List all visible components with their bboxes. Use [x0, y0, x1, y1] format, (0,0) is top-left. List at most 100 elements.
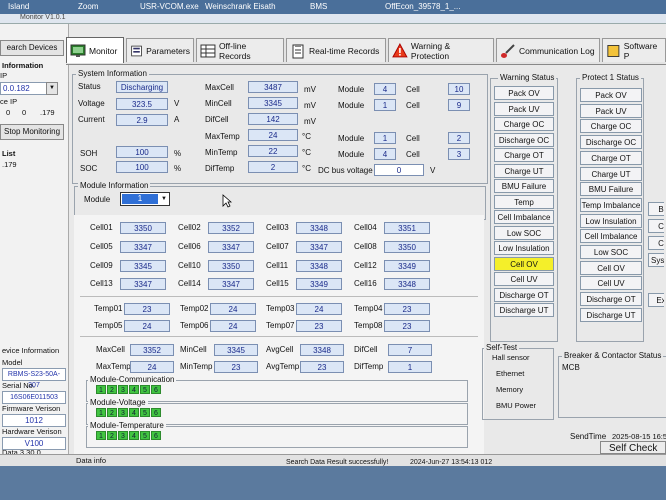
- module-select-label: Module: [84, 195, 111, 204]
- tab-software[interactable]: Software P: [602, 38, 666, 62]
- stop-monitoring-button[interactable]: Stop Monitoring: [0, 124, 64, 140]
- difcell-label: DifCell: [205, 115, 229, 124]
- self-test-item[interactable]: Memory: [496, 384, 523, 396]
- voltage-label: Voltage: [78, 99, 105, 108]
- maxcell-label: MaxCell: [205, 83, 234, 92]
- partial-status-item[interactable]: Syste: [648, 253, 664, 267]
- window-title-bar: Monitor V1.0.1: [0, 14, 666, 24]
- temp-value: 23: [384, 303, 430, 315]
- warning-status-item[interactable]: Pack UV: [494, 101, 554, 116]
- desktop-item[interactable]: Island: [8, 2, 29, 11]
- protect-status-item[interactable]: Charge OC: [580, 119, 642, 134]
- self-test-item[interactable]: BMU Power: [496, 400, 536, 412]
- maxtemp-unit: °C: [302, 132, 311, 141]
- warning-status-item[interactable]: Charge UT: [494, 163, 554, 178]
- list-item[interactable]: .179: [2, 160, 17, 169]
- maxcell-cell-label: Cell: [406, 85, 420, 94]
- warning-status-item[interactable]: Cell UV: [494, 272, 554, 286]
- tab-monitor[interactable]: Monitor: [66, 37, 124, 63]
- mintemp-cell-value: 3: [448, 148, 470, 160]
- desktop-item[interactable]: OffEcon_39578_1_...: [385, 2, 460, 11]
- module-select[interactable]: 1 ▼: [120, 192, 170, 206]
- warning-status-item[interactable]: Discharge OC: [494, 132, 554, 147]
- cell-label: Cell15: [266, 279, 289, 288]
- ip-dropdown[interactable]: ▼: [46, 82, 58, 95]
- ip-input[interactable]: 0.0.182: [0, 82, 48, 95]
- warning-status-item[interactable]: Discharge OT: [494, 287, 554, 302]
- module-select-value: 1: [122, 194, 158, 204]
- desktop-item[interactable]: USR-VCOM.exe: [140, 2, 199, 11]
- warning-status-item[interactable]: Charge OT: [494, 148, 554, 162]
- ce-ip-label: ce IP: [0, 97, 18, 106]
- self-test-item[interactable]: Ethernet: [496, 368, 524, 380]
- protect-status-item[interactable]: Cell UV: [580, 276, 642, 291]
- summary-label: MaxCell: [96, 345, 125, 354]
- tab-warning-protection[interactable]: Warning & Protection: [388, 38, 494, 62]
- tab-label: Off-line Records: [218, 40, 251, 61]
- information-heading: Information: [2, 61, 44, 70]
- protect-status-item[interactable]: Charge OT: [580, 150, 642, 165]
- warning-status-item[interactable]: Temp Imbalance: [494, 194, 554, 221]
- protect-status-item[interactable]: Discharge UT: [580, 307, 642, 322]
- maxcell-module-value: 4: [374, 83, 396, 95]
- warning-status-item[interactable]: Low SOC: [494, 225, 554, 240]
- protect-status-item[interactable]: Discharge OT: [580, 292, 642, 307]
- protect-status-item[interactable]: Pack UV: [580, 103, 642, 118]
- desktop-item[interactable]: BMS: [310, 2, 327, 11]
- partial-status-item[interactable]: B: [648, 202, 664, 216]
- mcb-label: MCB: [562, 363, 580, 372]
- self-check-button[interactable]: Self Check O: [600, 441, 666, 467]
- module-indicator: 1: [96, 408, 106, 417]
- maxcell-unit: mV: [304, 85, 316, 94]
- mintemp-label: MinTemp: [205, 148, 238, 157]
- protect-status-item[interactable]: Pack OV: [580, 88, 642, 102]
- soc-unit: %: [174, 164, 182, 173]
- protect-status-item[interactable]: Temp Imbalance: [580, 197, 642, 212]
- warning-status-item[interactable]: Cell Imbalance: [494, 210, 554, 224]
- summary-label: AvgCell: [266, 345, 294, 354]
- ce-ip-part[interactable]: 0: [6, 108, 10, 117]
- status-value: Discharging: [116, 81, 168, 93]
- warning-status-item[interactable]: BMU Failure: [494, 179, 554, 193]
- ce-ip-part[interactable]: .179: [40, 108, 55, 117]
- protect-status-item[interactable]: Cell Imbalance: [580, 229, 642, 244]
- warning-status-item[interactable]: Charge OC: [494, 117, 554, 131]
- tab-label: Software P: [623, 40, 658, 61]
- mintemp-cell-label: Cell: [406, 150, 420, 159]
- warning-status-item[interactable]: Discharge UT: [494, 303, 554, 317]
- protect-status-item[interactable]: Cell OV: [580, 260, 642, 275]
- protect-status-item[interactable]: BMU Failure: [580, 182, 642, 197]
- warning-status-item[interactable]: Cell OV: [494, 256, 554, 271]
- search-devices-button[interactable]: earch Devices: [0, 40, 64, 56]
- partial-status-item[interactable]: C: [648, 219, 664, 233]
- left-panel: earch Devices Information IP 0.0.182 ▼ c…: [0, 24, 69, 464]
- tab-communication-log[interactable]: Communication Log: [496, 38, 600, 62]
- cell-label: Cell04: [354, 223, 377, 232]
- dcbus-value: 0: [374, 164, 424, 176]
- partial-status-item[interactable]: Ex: [648, 293, 664, 307]
- self-test-item[interactable]: Hall sensor: [492, 352, 530, 364]
- protect-status-item[interactable]: Discharge OC: [580, 135, 642, 150]
- warning-status-item[interactable]: Pack OV: [494, 86, 554, 100]
- maxtemp-module-value: 1: [374, 132, 396, 144]
- tab-parameters[interactable]: Parameters: [126, 38, 194, 62]
- desktop-item[interactable]: Weinschrank Eisath: [205, 2, 276, 11]
- tab-realtime-records[interactable]: Real-time Records: [286, 38, 386, 62]
- status-bar-left: Data info: [76, 456, 107, 465]
- ce-ip-part[interactable]: 0: [22, 108, 26, 117]
- protect-status-item[interactable]: Charge UT: [580, 166, 642, 181]
- cell-value: 3347: [296, 241, 342, 253]
- warning-status-item[interactable]: Low Insulation: [494, 241, 554, 255]
- module-indicator: 3: [118, 431, 128, 440]
- desktop-item[interactable]: Zoom: [78, 2, 98, 11]
- tab-offline-records[interactable]: Off-line Records: [196, 38, 284, 62]
- mincell-unit: mV: [304, 101, 316, 110]
- cell-label: Cell08: [354, 242, 377, 251]
- tab-label: Communication Log: [519, 45, 595, 56]
- brush-icon: [501, 43, 515, 58]
- cell-value: 3349: [384, 260, 430, 272]
- partial-status-item[interactable]: C: [648, 236, 664, 250]
- protect-status-item[interactable]: Low Insulation: [580, 213, 642, 228]
- protect-status-item[interactable]: Low SOC: [580, 245, 642, 259]
- cell-value: 3347: [208, 278, 254, 290]
